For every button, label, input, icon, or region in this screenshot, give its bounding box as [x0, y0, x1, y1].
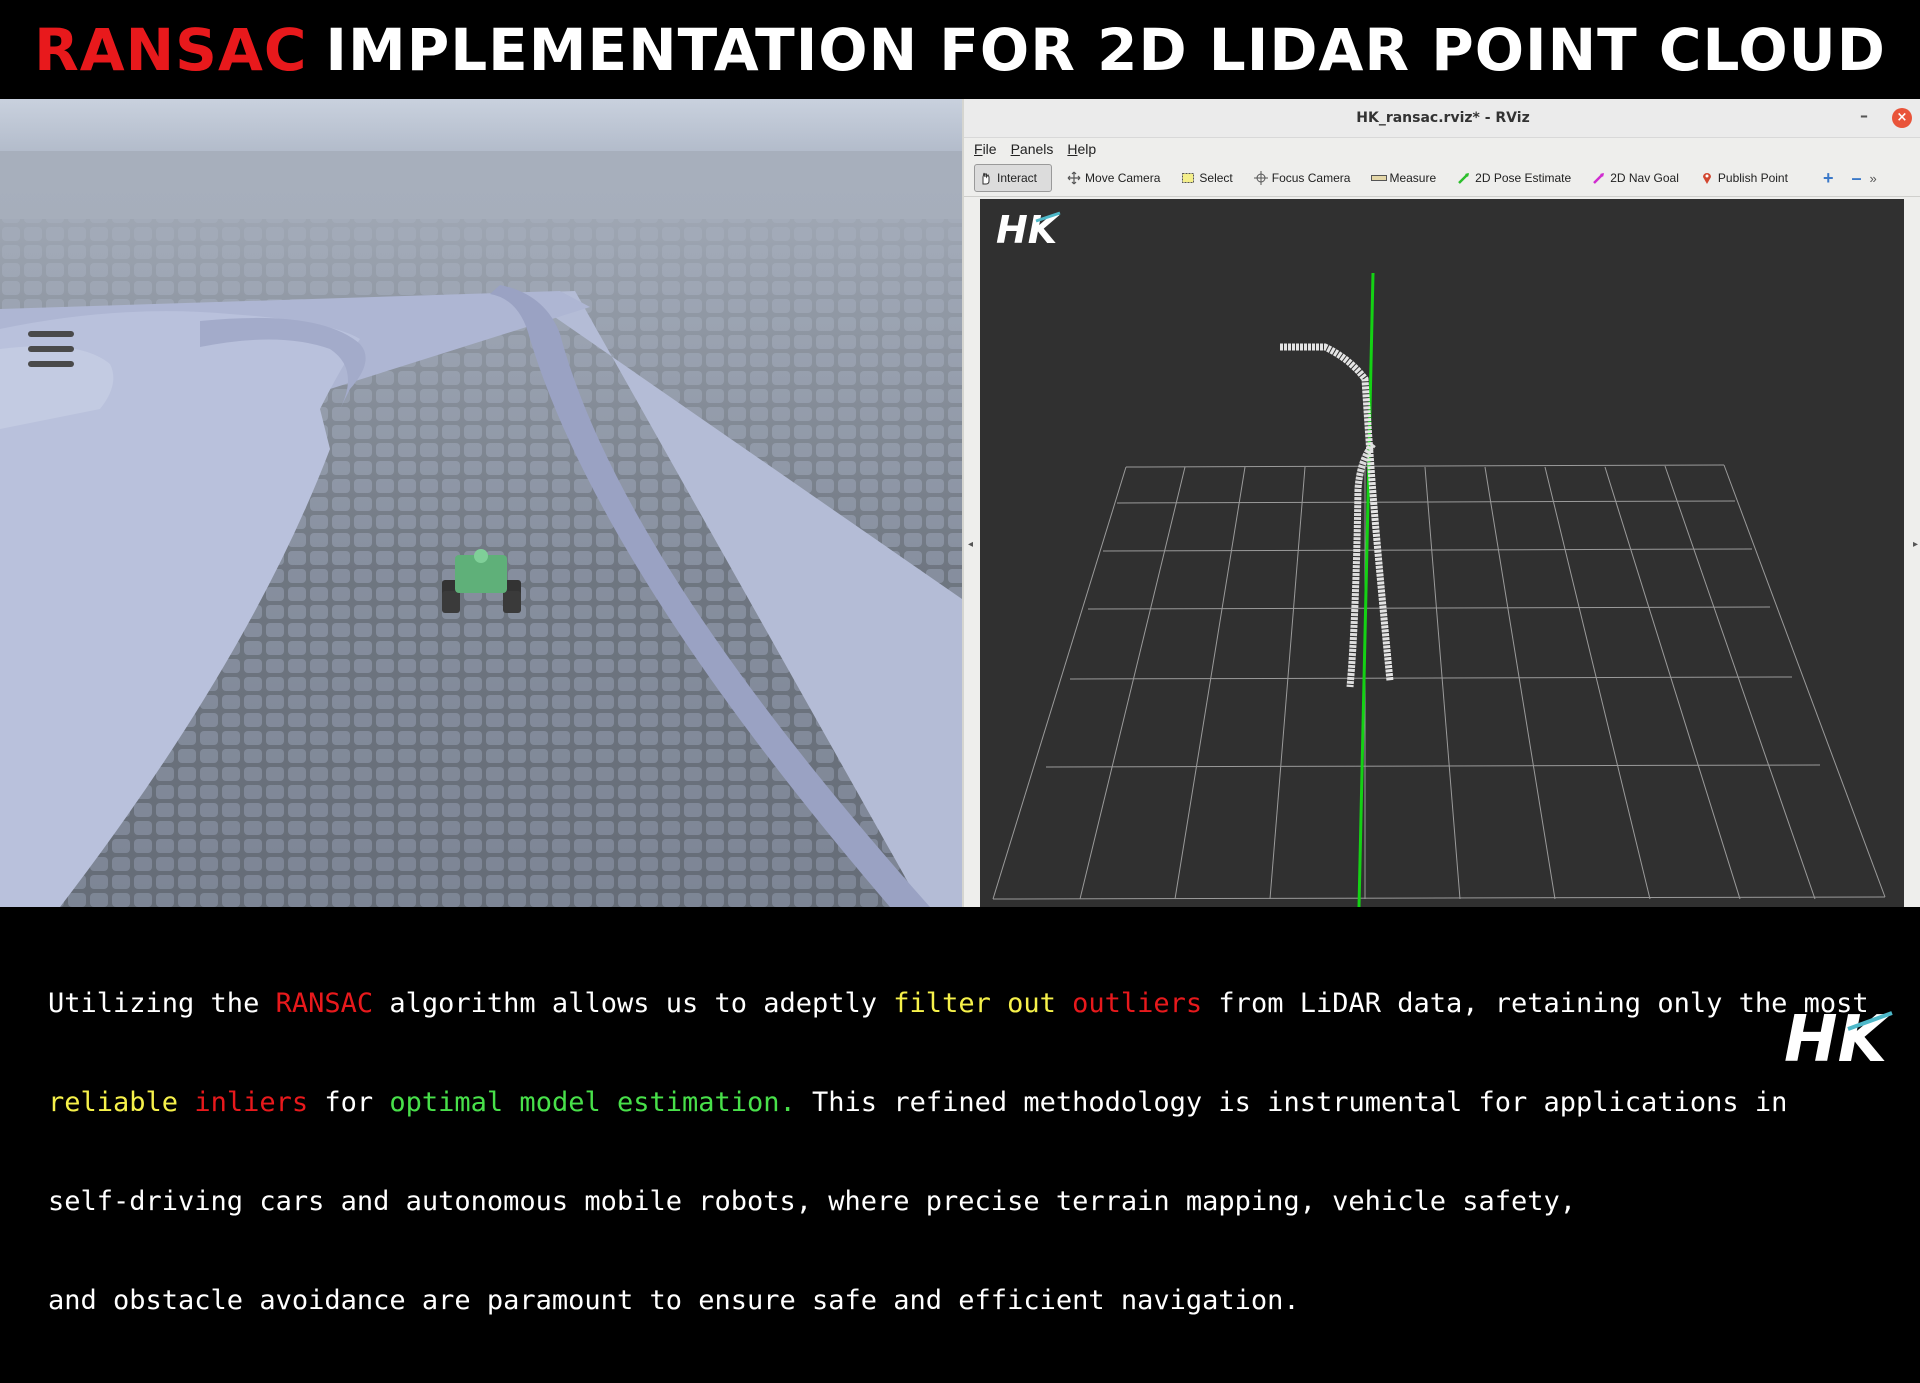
caption-line1-segment-3: filter out — [893, 988, 1056, 1019]
caption-line2-segment-4: optimal model estimation. — [389, 1087, 796, 1118]
caption-line2-segment-1 — [178, 1087, 194, 1118]
sky — [0, 99, 962, 151]
caption-line4-segment-0: and obstacle avoidance are paramount to … — [48, 1285, 1300, 1316]
hk-logo: HK — [996, 208, 1061, 252]
description-caption: Utilizing the RANSAC algorithm allows us… — [0, 907, 1920, 1316]
right-panel-collapse-icon[interactable]: ▸ — [1913, 539, 1918, 550]
tool-2d-pose-estimate[interactable]: 2D Pose Estimate — [1451, 165, 1577, 191]
caption-line-4: and obstacle avoidance are paramount to … — [48, 1284, 1848, 1317]
rviz-window: HK_ransac.rviz* - RViz – × File Panels H… — [962, 99, 1920, 907]
tool-2d-nav-goal[interactable]: 2D Nav Goal — [1586, 165, 1685, 191]
select-rectangle-icon — [1181, 171, 1195, 185]
toolbar-overflow-button[interactable]: » — [1869, 171, 1876, 186]
hamburger-menu-icon[interactable] — [28, 331, 74, 367]
caption-line1-segment-5: outliers — [1072, 988, 1203, 1019]
svg-text:HK: HK — [1784, 1003, 1892, 1069]
caption-line2-segment-0: reliable — [48, 1087, 179, 1118]
3d-render-viewport[interactable]: HK — [980, 199, 1904, 907]
map-pin-icon — [1700, 171, 1714, 185]
caption-line1-segment-2: algorithm allows us to adeptly — [373, 988, 894, 1019]
menu-panels[interactable]: Panels — [1011, 141, 1054, 157]
close-button[interactable]: × — [1892, 108, 1912, 128]
caption-line1-segment-0: Utilizing the — [48, 988, 276, 1019]
tool-toolbar: Interact Move Camera Select Focus Camera… — [964, 160, 1920, 197]
left-panel-collapse-icon[interactable]: ◂ — [968, 539, 973, 550]
tool-publish-point[interactable]: Publish Point — [1694, 165, 1794, 191]
title-banner: RANSAC IMPLEMENTATION FOR 2D LIDAR POINT… — [0, 0, 1920, 99]
ground-grid — [992, 464, 1886, 900]
caption-line3-segment-0: self-driving cars and autonomous mobile … — [48, 1186, 1577, 1217]
menu-help[interactable]: Help — [1067, 141, 1096, 157]
right-wall-point-cloud — [1280, 343, 1394, 682]
tool-move-camera[interactable]: Move Camera — [1061, 165, 1166, 191]
caption-paragraph: Utilizing the RANSAC algorithm allows us… — [48, 921, 1869, 1383]
focus-crosshair-icon — [1253, 171, 1268, 185]
caption-line1-segment-4 — [1056, 988, 1072, 1019]
svg-text:HK: HK — [996, 208, 1060, 252]
caption-line-3: self-driving cars and autonomous mobile … — [48, 1185, 1848, 1218]
caption-line1-segment-6: from LiDAR data, retaining only the most — [1202, 988, 1869, 1019]
simulation-scene — [0, 99, 962, 907]
banner-title-rest: IMPLEMENTATION FOR 2D LIDAR POINT CLOUD — [325, 15, 1886, 84]
menu-file[interactable]: File — [974, 141, 997, 157]
zoom-in-button[interactable]: + — [1823, 168, 1834, 189]
menu-bar: File Panels Help — [964, 138, 1920, 160]
window-title: HK_ransac.rviz* - RViz — [1356, 110, 1530, 126]
caption-line-1: Utilizing the RANSAC algorithm allows us… — [48, 987, 1869, 1020]
magenta-arrow-icon — [1592, 171, 1606, 185]
caption-line2-segment-5: This refined methodology is instrumental… — [795, 1087, 1788, 1118]
move-arrows-icon — [1067, 171, 1081, 185]
caption-line1-segment-1: RANSAC — [275, 988, 374, 1019]
tool-measure[interactable]: Measure — [1365, 165, 1442, 191]
hk-corner-logo: HK — [1784, 1003, 1893, 1069]
zoom-out-button[interactable]: – — [1851, 168, 1861, 189]
point-cloud-scene: HK — [992, 208, 1886, 907]
tool-focus-camera[interactable]: Focus Camera — [1248, 165, 1357, 191]
ruler-icon — [1371, 171, 1388, 185]
banner-accent-word: RANSAC — [34, 15, 308, 84]
tool-interact[interactable]: Interact — [974, 164, 1053, 192]
green-arrow-icon — [1457, 171, 1471, 185]
minimize-button[interactable]: – — [1854, 107, 1874, 127]
caption-line2-segment-2: inliers — [194, 1087, 309, 1118]
window-titlebar[interactable]: HK_ransac.rviz* - RViz – × — [964, 99, 1920, 138]
gazebo-simulation-view[interactable] — [0, 99, 962, 907]
caption-line2-segment-3: for — [308, 1087, 390, 1118]
tool-select[interactable]: Select — [1175, 165, 1238, 191]
hand-cursor-icon — [979, 171, 993, 185]
green-axis-line — [1357, 272, 1375, 907]
caption-line-2: reliable inliers for optimal model estim… — [48, 1086, 1848, 1119]
